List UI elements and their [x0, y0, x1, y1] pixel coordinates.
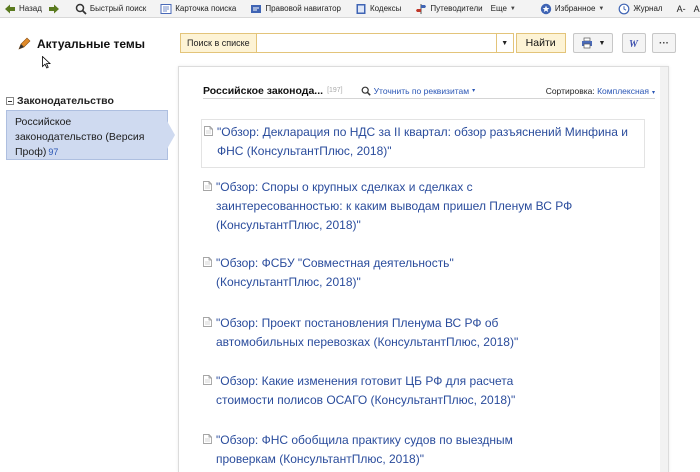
clock-icon — [618, 3, 630, 14]
chevron-down-icon: ▼ — [598, 39, 606, 47]
journal-label: Журнал — [633, 4, 663, 13]
document-list-item[interactable]: "Обзор: Декларация по НДС за II квартал:… — [201, 119, 645, 168]
search-card-icon — [160, 3, 172, 14]
find-button[interactable]: Найти — [515, 33, 566, 53]
favorites-label: Избранное — [554, 4, 596, 13]
document-list-item[interactable]: "Обзор: Споры о крупных сделках и сделка… — [203, 178, 643, 235]
word-icon: W — [629, 39, 639, 49]
font-smaller-button[interactable]: A- — [673, 0, 690, 18]
document-icon — [203, 257, 212, 267]
legal-navigator-button[interactable]: Правовой навигатор — [246, 0, 345, 18]
document-list-item[interactable]: "Обзор: Проект постановления Пленума ВС … — [203, 314, 643, 352]
guides-icon — [416, 3, 427, 14]
guides-button[interactable]: Путеводители — [411, 0, 486, 18]
document-icon — [203, 375, 212, 385]
document-title[interactable]: "Обзор: Декларация по НДС за II квартал:… — [217, 123, 638, 161]
collapse-icon[interactable] — [6, 97, 14, 105]
arrow-left-icon — [5, 4, 15, 13]
topics-title-text: Актуальные темы — [37, 37, 146, 51]
font-larger-button[interactable]: A+ — [690, 0, 700, 18]
word-export: W — [622, 33, 646, 53]
chevron-down-icon: ▼ — [501, 39, 509, 47]
chevron-down-icon: ▾ — [472, 88, 476, 94]
search-card-label: Карточка поиска — [175, 4, 237, 13]
forward-button[interactable] — [46, 0, 65, 18]
search-card-button[interactable]: Карточка поиска — [156, 0, 240, 18]
more-actions: ··· — [652, 33, 676, 53]
chevron-down-icon: ▾ — [651, 89, 655, 96]
document-list-item[interactable]: "Обзор: ФНС обобщила практику судов по в… — [203, 431, 643, 469]
codes-button[interactable]: Кодексы — [351, 0, 405, 18]
sort-selector[interactable]: Сортировка: Комплексная ▾ — [546, 86, 655, 96]
export-word-button[interactable]: W — [622, 33, 646, 53]
document-list-item[interactable]: "Обзор: Какие изменения готовит ЦБ РФ дл… — [203, 372, 643, 410]
back-button[interactable]: Назад — [0, 0, 46, 18]
search-history-dropdown[interactable]: ▼ — [495, 33, 514, 53]
guides-label: Путеводители — [430, 4, 483, 13]
quick-search-button[interactable]: Быстрый поиск — [71, 0, 150, 18]
tree-item-count: 97 — [48, 147, 59, 157]
more-menu[interactable]: Еще ▼ — [487, 0, 520, 18]
chevron-down-icon: ▼ — [509, 5, 516, 12]
topics-sidebar: Актуальные темы Законодательство Российс… — [0, 18, 175, 472]
more-actions-button[interactable]: ··· — [652, 33, 676, 53]
star-icon — [540, 3, 552, 14]
font-smaller-label: A- — [676, 3, 686, 14]
document-title[interactable]: "Обзор: ФСБУ "Совместная деятельность" (… — [216, 254, 496, 292]
tree-section-label: Законодательство — [17, 95, 114, 107]
document-list-panel: Российское законода... [197] Уточнить по… — [178, 66, 669, 472]
list-search-bar: Поиск в списке ▼ Найти — [180, 33, 566, 53]
list-count: [197] — [327, 87, 343, 94]
svg-text:W: W — [629, 39, 639, 49]
refine-by-attributes-link[interactable]: Уточнить по реквизитам ▾ — [361, 86, 475, 96]
tree-item-russian-legislation[interactable]: Российское законодательство (Версия Проф… — [6, 110, 175, 160]
vertical-scrollbar[interactable] — [660, 67, 668, 472]
chevron-down-icon: ▼ — [598, 5, 605, 12]
search-icon — [361, 86, 371, 96]
tree-item-label: Российское законодательство (Версия Проф… — [15, 116, 145, 158]
print-button[interactable]: ▼ — [573, 33, 613, 53]
navigator-icon — [251, 4, 262, 13]
document-icon — [204, 126, 213, 136]
document-title[interactable]: "Обзор: Проект постановления Пленума ВС … — [216, 314, 561, 352]
mouse-cursor-icon — [42, 56, 51, 69]
list-header: Российское законода... [197] Уточнить по… — [203, 83, 655, 99]
codes-icon — [356, 3, 366, 14]
search-input[interactable] — [255, 33, 496, 53]
document-icon — [203, 181, 212, 191]
document-actions: ▼ — [573, 33, 613, 53]
document-list-item[interactable]: "Обзор: ФСБУ "Совместная деятельность" (… — [203, 254, 643, 292]
back-label: Назад — [19, 4, 42, 13]
font-larger-label: A+ — [693, 3, 700, 14]
refine-label: Уточнить по реквизитам — [373, 85, 470, 96]
search-icon — [75, 3, 87, 15]
topics-title: Актуальные темы — [16, 36, 145, 52]
sort-label: Сортировка: — [545, 85, 595, 96]
sort-value: Комплексная — [597, 85, 649, 96]
document-icon — [203, 317, 212, 327]
journal-button[interactable]: Журнал — [614, 0, 666, 18]
more-dots-icon: ··· — [659, 37, 669, 49]
printer-icon — [581, 37, 592, 49]
list-title: Российское законода... — [203, 84, 324, 97]
document-icon — [203, 434, 212, 444]
pen-icon — [18, 37, 31, 50]
document-title[interactable]: "Обзор: ФНС обобщила практику судов по в… — [216, 431, 561, 469]
search-label: Поиск в списке — [180, 33, 256, 53]
more-label: Еще — [490, 4, 507, 13]
document-title[interactable]: "Обзор: Споры о крупных сделках и сделка… — [216, 178, 586, 235]
tree-section-legislation[interactable]: Законодательство — [6, 95, 114, 107]
document-title[interactable]: "Обзор: Какие изменения готовит ЦБ РФ дл… — [216, 372, 561, 410]
codes-label: Кодексы — [370, 4, 402, 13]
main-toolbar: Назад Быстрый поиск Карточка поиска Прав… — [0, 0, 700, 18]
legal-navigator-label: Правовой навигатор — [265, 4, 341, 13]
quick-search-label: Быстрый поиск — [89, 4, 147, 13]
arrow-right-icon — [48, 4, 59, 13]
favorites-menu[interactable]: Избранное ▼ — [536, 0, 609, 18]
